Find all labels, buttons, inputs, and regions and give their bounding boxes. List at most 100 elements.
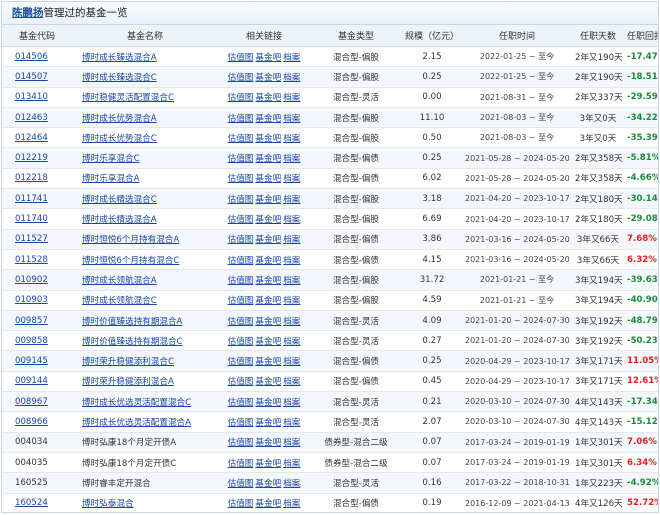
fund-code-link[interactable]: 012218 [15,173,48,183]
fund-code-link[interactable]: 013410 [15,92,48,102]
fund-archive-link[interactable]: 档案 [283,215,300,225]
fund-archive-link[interactable]: 档案 [283,438,300,448]
fund-forum-link[interactable]: 基金吧 [255,317,281,327]
valuation-chart-link[interactable]: 估值图 [228,398,254,408]
col-period[interactable]: 任职时间 [462,25,572,47]
valuation-chart-link[interactable]: 估值图 [228,73,254,83]
fund-archive-link[interactable]: 档案 [283,459,300,469]
valuation-chart-link[interactable]: 估值图 [228,53,254,63]
fund-forum-link[interactable]: 基金吧 [255,215,281,225]
fund-forum-link[interactable]: 基金吧 [255,296,281,306]
fund-name-link[interactable]: 博时成长优势混合C [82,134,157,144]
fund-name-link[interactable]: 博时成长领航混合A [82,276,157,286]
fund-archive-link[interactable]: 档案 [283,73,300,83]
fund-code-link[interactable]: 008967 [15,397,48,407]
valuation-chart-link[interactable]: 估值图 [228,256,254,266]
fund-name-link[interactable]: 博时恒悦6个月持有混合A [82,235,179,245]
valuation-chart-link[interactable]: 估值图 [228,276,254,286]
fund-name-link[interactable]: 博时乐享混合A [82,174,139,184]
fund-code-link[interactable]: 009145 [15,356,48,366]
valuation-chart-link[interactable]: 估值图 [228,317,254,327]
valuation-chart-link[interactable]: 估值图 [228,174,254,184]
fund-forum-link[interactable]: 基金吧 [255,195,281,205]
fund-forum-link[interactable]: 基金吧 [255,357,281,367]
fund-forum-link[interactable]: 基金吧 [255,134,281,144]
fund-forum-link[interactable]: 基金吧 [255,479,281,489]
fund-name-link[interactable]: 博时乐享混合C [82,154,140,164]
fund-code-link[interactable]: 011741 [15,194,48,204]
col-days[interactable]: 任职天数 [572,25,624,47]
valuation-chart-link[interactable]: 估值图 [228,235,254,245]
col-code[interactable]: 基金代码 [2,25,72,47]
fund-name-link[interactable]: 博时荣升稳健添利混合C [82,357,174,367]
fund-forum-link[interactable]: 基金吧 [255,499,281,509]
valuation-chart-link[interactable]: 估值图 [228,134,254,144]
fund-archive-link[interactable]: 档案 [283,235,300,245]
fund-forum-link[interactable]: 基金吧 [255,337,281,347]
valuation-chart-link[interactable]: 估值图 [228,357,254,367]
fund-forum-link[interactable]: 基金吧 [255,235,281,245]
fund-archive-link[interactable]: 档案 [283,134,300,144]
fund-name-link[interactable]: 博时成长优选灵活配置混合A [82,418,191,428]
fund-code-link[interactable]: 011527 [15,234,48,244]
valuation-chart-link[interactable]: 估值图 [228,114,254,124]
fund-code-link[interactable]: 011528 [15,255,48,265]
fund-archive-link[interactable]: 档案 [283,195,300,205]
fund-forum-link[interactable]: 基金吧 [255,114,281,124]
fund-archive-link[interactable]: 档案 [283,317,300,327]
valuation-chart-link[interactable]: 估值图 [228,154,254,164]
fund-code-link[interactable]: 009144 [15,376,48,386]
fund-code-link[interactable]: 014506 [15,52,48,62]
valuation-chart-link[interactable]: 估值图 [228,438,254,448]
fund-code-link[interactable]: 012219 [15,153,48,163]
valuation-chart-link[interactable]: 估值图 [228,93,254,103]
valuation-chart-link[interactable]: 估值图 [228,377,254,387]
col-type[interactable]: 基金类型 [310,25,402,47]
fund-forum-link[interactable]: 基金吧 [255,73,281,83]
fund-code-link[interactable]: 160524 [15,498,48,508]
fund-archive-link[interactable]: 档案 [283,154,300,164]
fund-archive-link[interactable]: 档案 [283,398,300,408]
fund-name-link[interactable]: 博时恒悦6个月持有混合C [82,256,179,266]
fund-archive-link[interactable]: 档案 [283,53,300,63]
valuation-chart-link[interactable]: 估值图 [228,499,254,509]
fund-forum-link[interactable]: 基金吧 [255,398,281,408]
fund-code-link[interactable]: 014507 [15,72,48,82]
fund-code-link[interactable]: 011740 [15,214,48,224]
fund-code-link[interactable]: 012463 [15,113,48,123]
fund-name-link[interactable]: 博时成长优选灵活配置混合C [82,398,191,408]
fund-archive-link[interactable]: 档案 [283,93,300,103]
fund-name-link[interactable]: 博时价值臻选持有期混合A [82,317,182,327]
fund-name-link[interactable]: 博时成长精选混合A [82,215,157,225]
fund-code-link[interactable]: 010902 [15,275,48,285]
fund-forum-link[interactable]: 基金吧 [255,438,281,448]
fund-forum-link[interactable]: 基金吧 [255,53,281,63]
fund-forum-link[interactable]: 基金吧 [255,276,281,286]
fund-archive-link[interactable]: 档案 [283,377,300,387]
fund-archive-link[interactable]: 档案 [283,499,300,509]
col-size[interactable]: 规模（亿元） [402,25,462,47]
fund-archive-link[interactable]: 档案 [283,296,300,306]
fund-archive-link[interactable]: 档案 [283,337,300,347]
fund-name-link[interactable]: 博时弘泰混合 [82,499,134,509]
fund-archive-link[interactable]: 档案 [283,256,300,266]
col-name[interactable]: 基金名称 [72,25,218,47]
fund-name-link[interactable]: 博时成长领航混合C [82,296,157,306]
fund-name-link[interactable]: 博时价值臻选持有期混合C [82,337,183,347]
fund-name-link[interactable]: 博时成长臻选混合A [82,53,157,63]
fund-forum-link[interactable]: 基金吧 [255,256,281,266]
valuation-chart-link[interactable]: 估值图 [228,459,254,469]
valuation-chart-link[interactable]: 估值图 [228,195,254,205]
fund-code-link[interactable]: 012464 [15,133,48,143]
fund-archive-link[interactable]: 档案 [283,114,300,124]
fund-name-link[interactable]: 博时成长精选混合C [82,195,157,205]
fund-forum-link[interactable]: 基金吧 [255,459,281,469]
fund-archive-link[interactable]: 档案 [283,357,300,367]
fund-forum-link[interactable]: 基金吧 [255,418,281,428]
fund-archive-link[interactable]: 档案 [283,418,300,428]
fund-code-link[interactable]: 008966 [15,417,48,427]
fund-code-link[interactable]: 010903 [15,295,48,305]
fund-name-link[interactable]: 博时成长优势混合A [82,114,157,124]
valuation-chart-link[interactable]: 估值图 [228,479,254,489]
fund-archive-link[interactable]: 档案 [283,174,300,184]
